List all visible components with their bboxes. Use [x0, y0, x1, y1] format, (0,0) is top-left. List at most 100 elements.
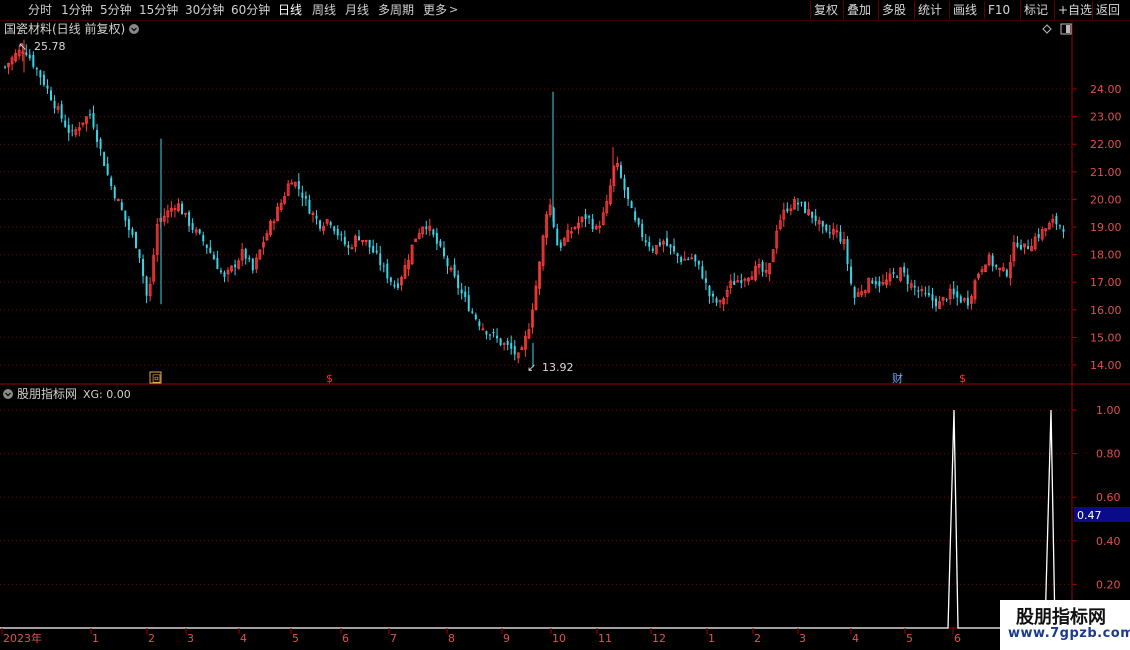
candle-body-down: [619, 165, 622, 178]
candle-body-down: [96, 129, 99, 142]
candle-body-down: [329, 222, 332, 226]
candle-body-down: [708, 285, 711, 297]
candle-body-down: [665, 238, 668, 246]
candle-body-down: [393, 284, 396, 287]
candle-body-down: [113, 186, 116, 199]
candle-body-down: [850, 266, 853, 284]
low-price-label: 13.92: [542, 361, 574, 374]
candle-body-down: [234, 264, 237, 268]
candle-body-down: [658, 242, 661, 246]
buyback-marker[interactable]: 回: [152, 374, 161, 385]
candle-body-down: [198, 229, 201, 234]
x-tick-label: 3: [799, 632, 806, 645]
candle-body-down: [715, 298, 718, 303]
sub-y-tick-label: 0.40: [1096, 535, 1121, 548]
candle-body-down: [131, 229, 134, 235]
candle-body-down: [623, 178, 626, 191]
candle-body-down: [188, 212, 191, 226]
candle-body-down: [846, 239, 849, 265]
candle-body-down: [634, 211, 637, 220]
candle-body-down: [704, 278, 707, 283]
candle-body-down: [811, 211, 814, 218]
candle-body-down: [740, 280, 743, 284]
x-tick-label: 2: [754, 632, 761, 645]
kline-chart[interactable]: 14.0015.0016.0017.0018.0019.0020.0021.00…: [0, 0, 1130, 650]
candle-body-down: [389, 277, 392, 282]
candle-body-down: [432, 229, 435, 235]
candle-body-down: [106, 163, 109, 175]
candle-body-down: [209, 247, 212, 253]
candle-body-down: [425, 226, 428, 229]
candle-body-down: [127, 218, 130, 231]
chevron-down-icon: [129, 24, 139, 34]
candle-body-down: [32, 54, 35, 67]
candle-body-down: [556, 228, 559, 246]
candle-body-down: [931, 294, 934, 301]
candle-body-down: [453, 264, 456, 277]
candle-body-down: [457, 274, 460, 289]
main-y-axis: 14.00 15.00 16.00 17.00 18.00 19.00 20.00 21.00…: [1072, 83, 1122, 372]
candle-body-down: [88, 114, 91, 116]
candle-body-down: [368, 239, 371, 248]
candle-body-down: [506, 340, 509, 345]
x-tick-label: 3: [187, 632, 194, 645]
candle-body-down: [896, 276, 899, 278]
dividend-marker-1[interactable]: $: [326, 372, 333, 385]
main-y-tick-label: 14.00: [1090, 359, 1122, 372]
candle-body-down: [496, 335, 499, 339]
x-tick-label: 6: [342, 632, 349, 645]
candle-body-down: [913, 285, 916, 288]
candle-body-down: [396, 283, 399, 288]
candle-body-down: [248, 257, 251, 260]
high-price-label: 25.78: [34, 40, 66, 53]
sub-y-tick-label: 0.80: [1096, 448, 1121, 461]
candle-body-down: [304, 196, 307, 199]
candle-body-down: [134, 232, 137, 249]
x-tick-label: 9: [503, 632, 510, 645]
candle-body-down: [796, 202, 799, 205]
xg-value-label: XG: 0.00: [83, 388, 131, 401]
candle-body-down: [492, 332, 495, 334]
candle-body-down: [588, 216, 591, 218]
candle-body-down: [499, 338, 502, 346]
candle-body-down: [1016, 242, 1019, 247]
candle-body-down: [903, 266, 906, 273]
candle-body-down: [630, 201, 633, 209]
xg-signal-line: [0, 409, 1072, 629]
candle-body-down: [35, 68, 38, 70]
candle-body-down: [219, 270, 222, 273]
sub-y-tick-label: 0.60: [1096, 491, 1121, 504]
candle-body-down: [297, 181, 300, 190]
candle-body-down: [825, 224, 828, 231]
candle-body-down: [651, 248, 654, 251]
candle-body-down: [733, 280, 736, 285]
x-tick-label: 12: [652, 632, 666, 645]
candle-body-down: [478, 321, 481, 327]
candle-body-down: [28, 54, 31, 59]
dividend-marker-2[interactable]: $: [959, 372, 966, 385]
candle-body-down: [439, 240, 442, 247]
main-panel-title: 国瓷材料(日线 前复权): [4, 21, 125, 36]
finance-marker[interactable]: 财: [892, 371, 903, 385]
candle-body-down: [301, 192, 304, 198]
candle-body-down: [821, 220, 824, 227]
candle-body-down: [991, 255, 994, 267]
candle-body-down: [474, 314, 477, 320]
candle-body-down: [244, 248, 247, 259]
candle-body-down: [952, 288, 955, 295]
candle-body-down: [336, 228, 339, 236]
diamond-icon[interactable]: [1042, 24, 1052, 34]
candle-body-down: [485, 331, 488, 335]
main-y-tick-label: 17.00: [1090, 276, 1122, 289]
candle-body-down: [559, 242, 562, 248]
candle-body-down: [694, 254, 697, 262]
x-tick-label: 2023年: [3, 631, 42, 645]
candle-body-down: [828, 232, 831, 234]
candle-body-down: [591, 218, 594, 230]
watermark-badge: 股朋指标网 www.7gpzb.com: [1000, 600, 1130, 650]
candle-body-down: [917, 290, 920, 292]
x-tick-label: 2: [148, 632, 155, 645]
candle-body-down: [712, 293, 714, 297]
candle-body-down: [697, 260, 700, 265]
candle-body-down: [308, 199, 311, 214]
